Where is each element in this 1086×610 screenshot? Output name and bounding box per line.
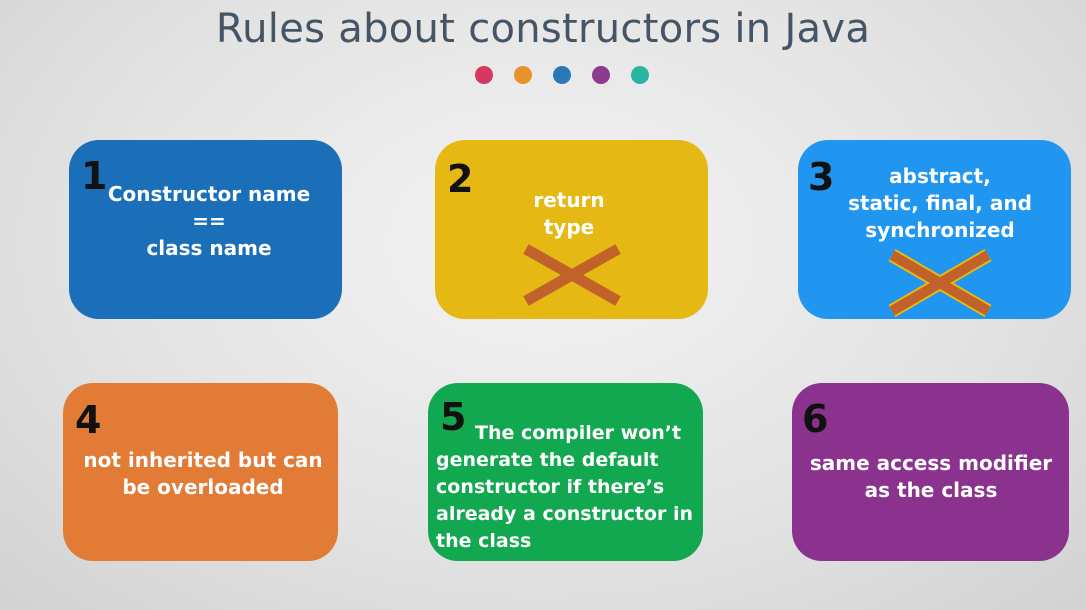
rule-text-line: generate the default [436, 449, 659, 471]
rule-number-3: 3 [808, 155, 835, 199]
rule-text-line: as the class [864, 478, 998, 502]
rule-card-1: 1 Constructor name == class name [69, 140, 342, 319]
rule-text-line: Constructor name [107, 182, 311, 206]
rule-text-line: not inherited but can [83, 448, 323, 472]
cross-icon [888, 249, 992, 317]
rule-card-2: 2 return type [435, 140, 708, 319]
rule-text-5: The compiler won’t generate the default … [436, 420, 702, 555]
rule-text-line: == [192, 209, 226, 233]
rule-number-4: 4 [75, 398, 102, 442]
cross-icon [523, 244, 621, 306]
rule-text-line: same access modifier [809, 451, 1053, 475]
rule-text-2: return type [489, 187, 649, 241]
rule-text-1: Constructor name == class name [89, 181, 329, 262]
rule-text-line: the class [436, 530, 532, 552]
dot-3 [553, 66, 571, 84]
rule-text-3: abstract, static, final, and synchronize… [838, 163, 1042, 244]
slide-title: Rules about constructors in Java [215, 6, 871, 52]
rule-number-6: 6 [802, 397, 829, 441]
dot-5 [631, 66, 649, 84]
dot-2 [514, 66, 532, 84]
decorative-dots [475, 66, 649, 84]
rule-text-line: The compiler won’t [475, 422, 682, 444]
rule-text-6: same access modifier as the class [806, 450, 1056, 504]
rule-text-4: not inherited but can be overloaded [78, 447, 328, 501]
rule-text-line: be overloaded [122, 475, 284, 499]
rule-number-2: 2 [447, 157, 474, 201]
rule-text-line: abstract, [889, 164, 991, 188]
rule-text-line: class name [146, 236, 272, 260]
rule-text-line: static, final, and [848, 191, 1032, 215]
rule-text-line: return [533, 188, 605, 212]
rule-card-6: 6 same access modifier as the class [792, 383, 1069, 561]
rule-text-line: type [543, 215, 595, 239]
rule-text-line: already a constructor in [436, 503, 694, 525]
dot-4 [592, 66, 610, 84]
rule-card-5: 5 The compiler won’t generate the defaul… [428, 383, 703, 561]
rule-text-line: synchronized [865, 218, 1015, 242]
dot-1 [475, 66, 493, 84]
rule-card-4: 4 not inherited but can be overloaded [63, 383, 338, 561]
rule-card-3: 3 abstract, static, final, and synchroni… [798, 140, 1071, 319]
rule-text-line: constructor if there’s [436, 476, 665, 498]
